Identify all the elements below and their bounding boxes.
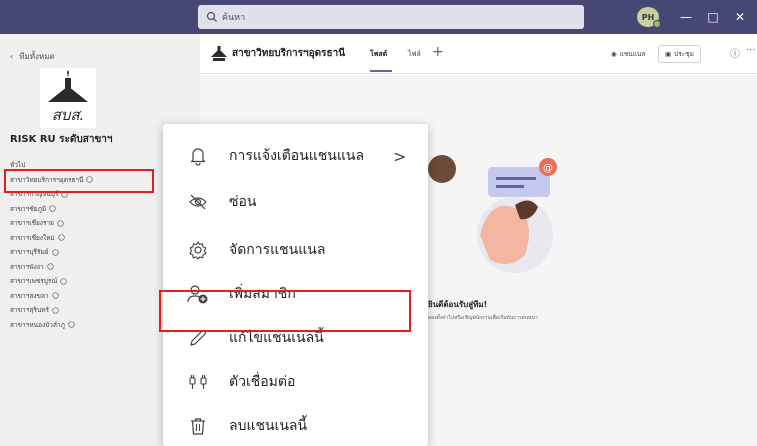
search-placeholder: ค้นหา xyxy=(222,13,246,23)
highlight-box-add-member xyxy=(159,290,411,332)
eye-off-icon xyxy=(187,191,209,213)
chevron-right-icon: > xyxy=(393,146,407,166)
maximize-button[interactable]: □ xyxy=(703,7,723,27)
menu-item-manage-channel[interactable]: จัดการแชนแนล xyxy=(163,228,428,272)
menu-item-label: การแจ้งเตือนแชนแนล xyxy=(229,148,365,164)
back-label: ทีมทั้งหมด xyxy=(19,52,55,61)
welcome-title: ยินดีต้อนรับสู่ทีม! xyxy=(428,300,488,309)
search-input[interactable]: ค้นหา xyxy=(198,5,584,29)
lock-icon xyxy=(58,234,65,241)
channel-title: สาขาวิทยบริการฯอุดรธานี xyxy=(232,48,346,59)
welcome-subtitle: ลองตั้งค่าไปหรือเชิญพนักงานเพื่อเริ่มต้น… xyxy=(428,315,538,321)
lock-icon xyxy=(68,321,75,328)
lock-icon xyxy=(49,205,56,212)
more-options-button[interactable]: ··· xyxy=(746,45,756,56)
menu-item-label: ตัวเชื่อมต่อ xyxy=(229,374,296,390)
minimize-button[interactable]: — xyxy=(676,7,696,27)
active-tab-indicator xyxy=(370,70,392,72)
info-icon[interactable]: ⓘ xyxy=(730,45,740,60)
menu-item-channel-notifications[interactable]: การแจ้งเตือนแชนแนล > xyxy=(163,134,428,178)
bell-icon xyxy=(187,145,209,167)
connector-icon xyxy=(187,371,209,393)
gear-icon xyxy=(187,239,209,261)
add-tab-button[interactable]: + xyxy=(432,44,444,60)
channel-header: สาขาวิทยบริการฯอุดรธานี โพสต์ ไฟล์ + ◉ แ… xyxy=(200,34,757,74)
chevron-left-icon: ‹ xyxy=(10,52,14,61)
menu-item-hide[interactable]: ซ่อน xyxy=(163,180,428,224)
welcome-illustration: @ xyxy=(420,125,570,285)
channel-context-menu: การแจ้งเตือนแชนแนล > ซ่อน จัดการแชนแนล เ… xyxy=(163,124,428,446)
search-icon xyxy=(206,11,218,23)
presence-status-icon xyxy=(653,20,661,28)
video-camera-icon: ▣ xyxy=(665,50,672,58)
lock-icon xyxy=(47,263,54,270)
svg-text:@: @ xyxy=(543,163,553,174)
svg-text:สบส.: สบส. xyxy=(52,106,85,124)
menu-item-delete-channel[interactable]: ลบแชนเนลนี้ xyxy=(163,404,428,446)
lock-icon xyxy=(57,220,64,227)
back-to-teams-link[interactable]: ‹ ทีมทั้งหมด xyxy=(10,50,55,63)
lock-icon xyxy=(51,292,59,299)
title-bar: ค้นหา PH — □ ✕ xyxy=(0,0,757,34)
meet-button[interactable]: ▣ ประชุม xyxy=(658,45,701,63)
team-logo: สบส. xyxy=(40,68,96,128)
trash-icon xyxy=(187,415,209,437)
lock-icon xyxy=(60,278,68,285)
tab-posts[interactable]: โพสต์ xyxy=(370,49,387,60)
close-button[interactable]: ✕ xyxy=(730,7,750,27)
team-icon xyxy=(210,46,228,62)
highlight-box-channel xyxy=(4,169,154,193)
menu-item-label: ลบแชนเนลนี้ xyxy=(229,418,308,434)
tab-files[interactable]: ไฟล์ xyxy=(408,49,421,60)
team-name: RISK RU ระดับสาขาฯ xyxy=(10,134,113,145)
menu-item-label: ซ่อน xyxy=(229,194,257,210)
lock-icon xyxy=(51,249,59,256)
menu-item-connectors[interactable]: ตัวเชื่อมต่อ xyxy=(163,360,428,404)
lock-icon xyxy=(52,307,59,314)
menu-item-label: จัดการแชนแนล xyxy=(229,242,326,258)
channel-info-button[interactable]: ◉ แชนแนล xyxy=(604,45,653,63)
avatar[interactable]: PH xyxy=(637,7,661,28)
eye-icon: ◉ xyxy=(611,50,617,58)
